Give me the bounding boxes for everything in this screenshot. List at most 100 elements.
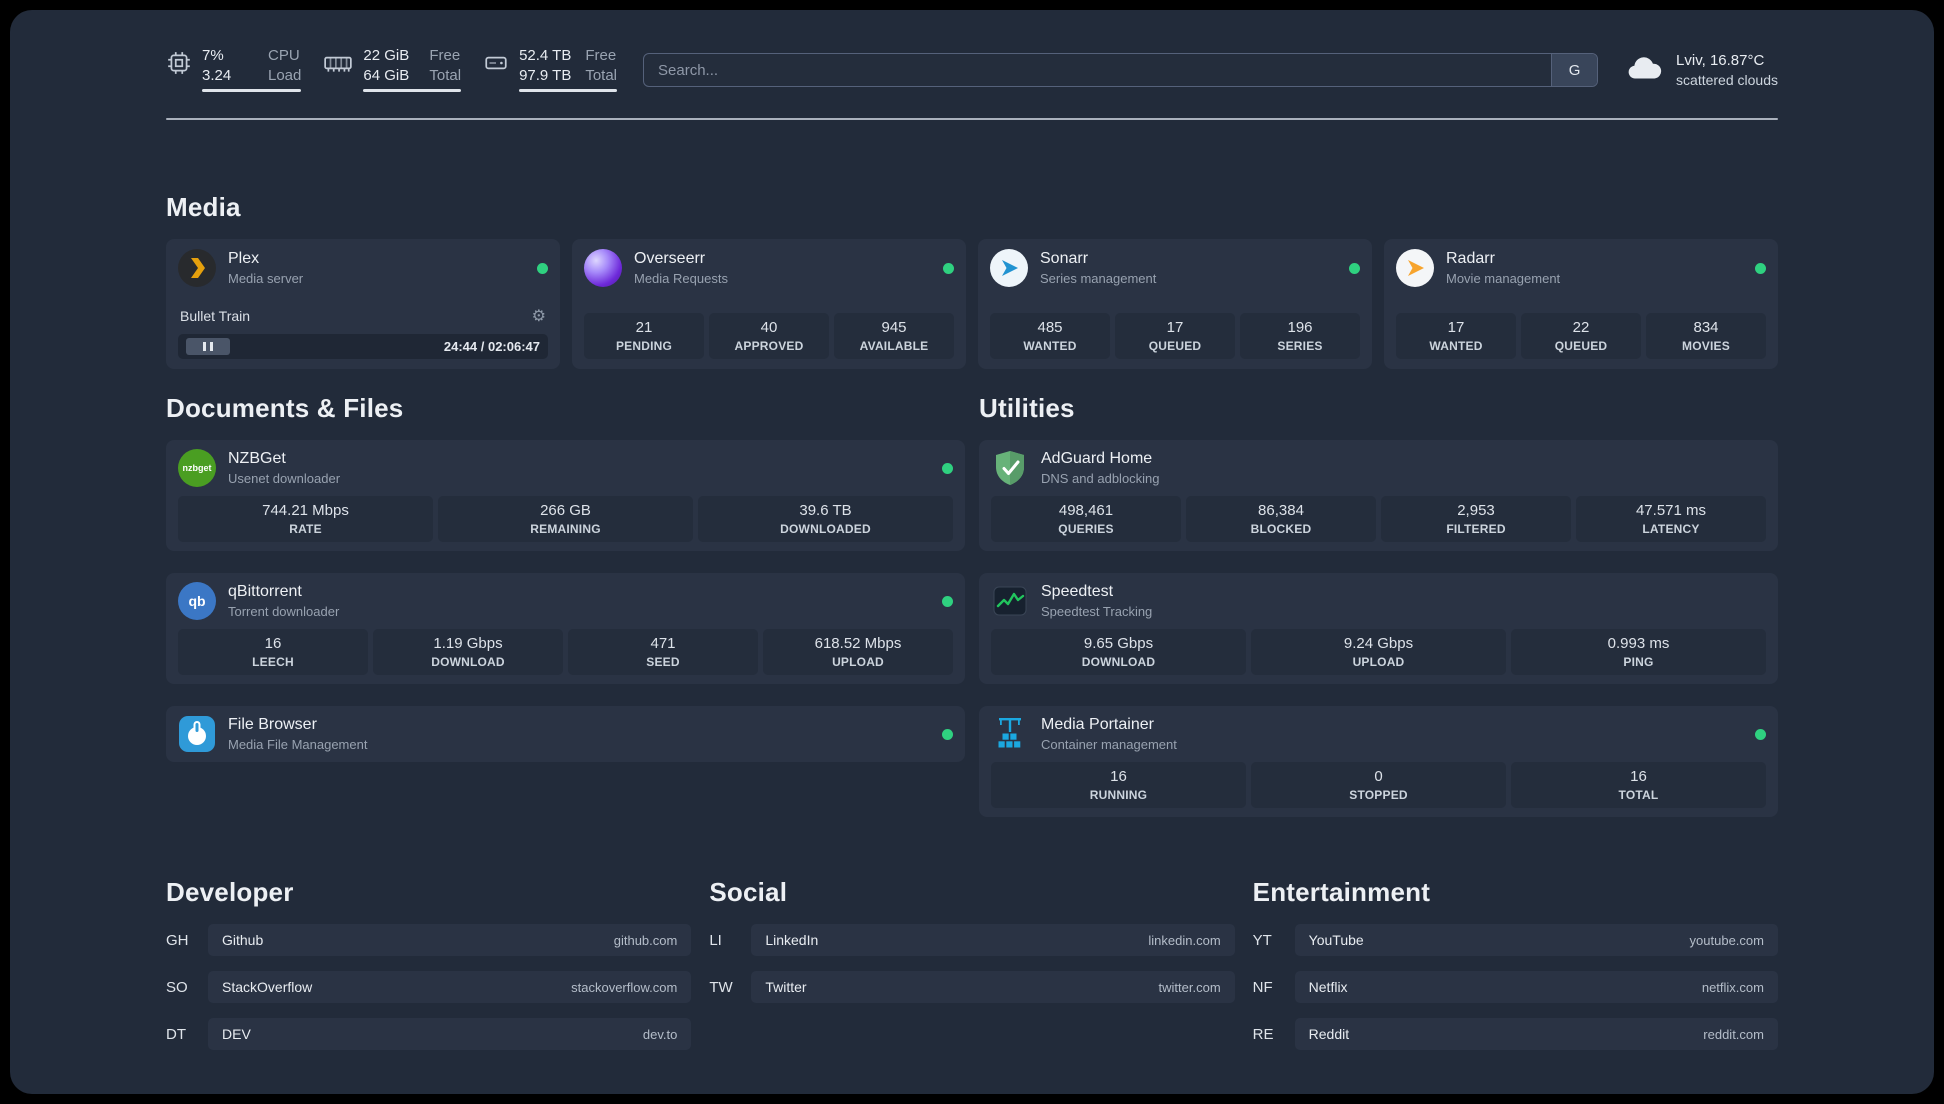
bookmark-domain: reddit.com [1703,1026,1764,1042]
bookmark-abbr: DT [166,1025,186,1043]
bookmark-domain: youtube.com [1689,932,1764,948]
bookmark-abbr: LI [709,931,722,949]
bookmark-abbr: TW [709,978,733,996]
service-card-adguard[interactable]: AdGuard Home DNS and adblocking 498,461 … [979,440,1778,551]
service-card-portainer[interactable]: Media Portainer Container management 16 … [979,706,1778,817]
stat-movies: 834 MOVIES [1646,313,1766,359]
search-provider-button[interactable]: G [1551,54,1598,86]
status-dot [1349,262,1360,274]
bookmark-linkedin[interactable]: LI LinkedIn linkedin.com [709,924,1235,956]
bookmark-stackoverflow[interactable]: SO StackOverflow stackoverflow.com [166,971,692,1003]
bookmark-netflix[interactable]: NF Netflix netflix.com [1253,971,1778,1003]
filebrowser-icon [178,715,216,753]
service-card-plex[interactable]: Plex Media server Bullet Train ⚙ 24:44 /… [166,239,560,369]
bookmark-group-developer: Developer GH Github github.com SO StackO… [166,877,692,1050]
bookmark-domain: twitter.com [1158,979,1221,995]
stat-downloaded: 39.6 TB DOWNLOADED [698,496,953,542]
overseerr-icon [584,249,622,287]
stat-ping: 0.993 ms PING [1511,629,1766,675]
status-dot [943,262,954,274]
bookmark-name: YouTube [1308,932,1364,948]
stat-blocked: 86,384 BLOCKED [1186,496,1376,542]
memory-icon [323,50,353,76]
service-subtitle: Usenet downloader [228,471,341,486]
cpu-usage-value: 7% [202,47,224,64]
service-name: File Browser [228,716,317,733]
bookmark-name: Reddit [1308,1026,1350,1042]
service-name: Radarr [1446,250,1495,267]
stat-queued: 22 QUEUED [1521,313,1641,359]
bookmark-name: Netflix [1308,979,1348,995]
bookmark-github[interactable]: GH Github github.com [166,924,692,956]
utilities-column: Utilities AdGuard Home DNS and adblockin… [979,393,1778,817]
stat-pending: 21 PENDING [584,313,704,359]
cloud-icon [1624,53,1666,88]
gear-icon[interactable]: ⚙ [532,306,546,326]
player-progress-bar[interactable]: 24:44 / 02:06:47 [178,334,548,359]
bookmark-reddit[interactable]: RE Reddit reddit.com [1253,1018,1778,1050]
weather-widget: Lviv, 16.87°C scattered clouds [1624,52,1778,88]
stat-running: 16 RUNNING [991,762,1246,808]
disk-free-label: Free [585,47,617,64]
section-title-media: Media [166,192,241,222]
service-name: qBittorrent [228,583,302,600]
bookmark-twitter[interactable]: TW Twitter twitter.com [709,971,1235,1003]
stat-download: 1.19 Gbps DOWNLOAD [373,629,563,675]
bookmark-dev[interactable]: DT DEV dev.to [166,1018,692,1050]
pause-icon[interactable] [186,338,230,355]
section-title-developer: Developer [166,877,294,907]
disk-total-label: Total [585,66,618,84]
service-card-nzbget[interactable]: nzbget NZBGet Usenet downloader 744.21 M… [166,440,965,551]
service-name: NZBGet [228,450,286,467]
service-subtitle: Container management [1041,737,1177,752]
service-card-sonarr[interactable]: Sonarr Series management 485 WANTED 17 Q… [978,239,1372,369]
status-dot [1755,728,1766,740]
stat-wanted: 485 WANTED [990,313,1110,359]
cpu-widget: 7% 3.24 CPU Load [166,47,302,92]
memory-free-value: 22 GiB [363,47,410,64]
service-card-qbittorrent[interactable]: qb qBittorrent Torrent downloader 16 LEE… [166,573,965,684]
search-input[interactable] [644,54,1552,86]
plex-now-playing-widget: Bullet Train ⚙ 24:44 / 02:06:47 [178,306,548,359]
bookmark-abbr: GH [166,931,189,949]
service-card-filebrowser[interactable]: File Browser Media File Management [166,706,965,762]
stat-queued: 17 QUEUED [1115,313,1235,359]
stat-upload: 618.52 Mbps UPLOAD [763,629,953,675]
stat-wanted: 17 WANTED [1396,313,1516,359]
stat-remaining: 266 GB REMAINING [438,496,693,542]
stat-series: 196 SERIES [1240,313,1360,359]
service-card-overseerr[interactable]: Overseerr Media Requests 21 PENDING 40 A… [572,239,966,369]
service-subtitle: Torrent downloader [228,604,340,619]
cpu-load-label: Load [268,66,302,84]
service-subtitle: Series management [1040,271,1157,286]
search-bar: G [643,53,1599,87]
disk-meter [519,89,618,92]
bookmark-name: Twitter [765,979,807,995]
bookmark-name: StackOverflow [222,979,313,995]
bookmark-abbr: RE [1252,1025,1274,1043]
service-name: Plex [228,250,260,267]
service-name: AdGuard Home [1041,450,1153,467]
disk-total-value: 97.9 TB [519,66,572,84]
stat-queries: 498,461 QUERIES [991,496,1181,542]
stat-total: 16 TOTAL [1511,762,1766,808]
memory-total-label: Total [429,66,462,84]
stat-stopped: 0 STOPPED [1251,762,1506,808]
bookmark-domain: github.com [613,932,678,948]
status-dot [1755,262,1766,274]
status-dot [537,262,548,274]
service-card-speedtest[interactable]: Speedtest Speedtest Tracking 9.65 Gbps D… [979,573,1778,684]
bookmark-domain: netflix.com [1701,979,1764,995]
service-subtitle: Media server [228,271,304,286]
service-card-radarr[interactable]: Radarr Movie management 17 WANTED 22 QUE… [1384,239,1778,369]
memory-free-label: Free [429,47,461,64]
cpu-load-value: 3.24 [202,66,232,84]
bookmark-youtube[interactable]: YT YouTube youtube.com [1253,924,1778,956]
speedtest-icon [991,582,1029,620]
media-card-grid: Plex Media server Bullet Train ⚙ 24:44 /… [166,239,1778,369]
bookmark-name: DEV [222,1026,251,1042]
cpu-meter [202,89,302,92]
radarr-icon [1396,249,1434,287]
bookmark-abbr: SO [166,978,188,996]
disk-widget: 52.4 TB 97.9 TB Free Total [483,47,618,92]
